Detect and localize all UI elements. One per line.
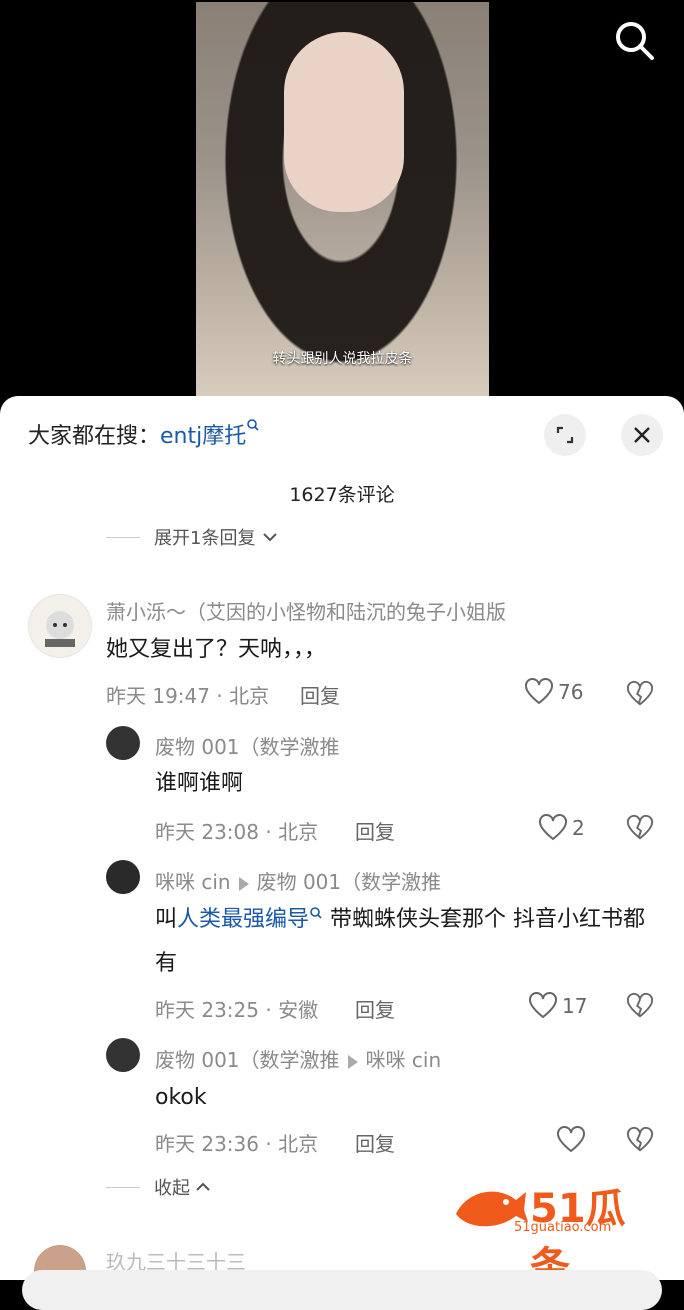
avatar-cartoon-icon (45, 611, 75, 647)
expand-button[interactable] (544, 414, 586, 456)
comments-sheet: 大家都在搜：entj摩托 1627条评论 展开1条回复 萧小泺～（艾因的小怪物和… (0, 396, 684, 1280)
expand-icon (556, 426, 574, 444)
video-frame: 转头跟别人说我拉皮条 (196, 2, 489, 396)
avatar[interactable] (106, 726, 140, 760)
comment-count: 1627条评论 (289, 484, 395, 506)
reply-to-arrow-icon (347, 1054, 358, 1069)
expand-replies-link[interactable]: 展开1条回复 (106, 524, 279, 550)
reply-button[interactable]: 回复 (355, 994, 395, 1023)
comment-username[interactable]: 萧小泺～（艾因的小怪物和陆沉的兔子小姐版 (106, 596, 506, 625)
reply-username[interactable]: 废物 001（数学激推 (155, 1048, 340, 1072)
chevron-up-icon (196, 1182, 210, 1191)
reply-text: 叫人类最强编导 带蜘蛛侠头套那个 抖音小红书都有 (155, 898, 660, 986)
like-button[interactable] (556, 1126, 586, 1154)
reply-to-username[interactable]: 咪咪 cin (366, 1048, 442, 1072)
like-button[interactable]: 17 (528, 992, 587, 1020)
watermark-url: 51guatiao.com (514, 1220, 612, 1235)
reply-to-arrow-icon (238, 876, 249, 891)
close-button[interactable] (621, 414, 663, 456)
comment-input-bar[interactable] (22, 1270, 662, 1310)
avatar[interactable] (106, 860, 140, 894)
expand-replies-label: 展开1条回复 (154, 528, 256, 549)
heart-icon (525, 678, 553, 705)
reply-username[interactable]: 废物 001（数学激推 (155, 731, 340, 760)
reply-text: 谁啊谁啊 (155, 771, 244, 796)
collapse-replies-link[interactable]: 收起 (106, 1174, 212, 1200)
search-small-icon (247, 419, 259, 431)
search-icon[interactable] (612, 18, 656, 62)
search-small-icon (310, 907, 322, 919)
divider (106, 536, 140, 538)
like-count: 76 (558, 680, 584, 704)
reply-meta: 昨天 23:25 · 安徽 (155, 998, 319, 1022)
like-count: 2 (572, 816, 585, 840)
reply-username-line: 咪咪 cin 废物 001（数学激推 (155, 866, 441, 895)
dislike-icon[interactable] (626, 992, 654, 1020)
like-button[interactable]: 76 (524, 678, 583, 706)
comment-meta: 昨天 19:47 · 北京 (106, 684, 270, 708)
hot-search-prefix: 大家都在搜： (28, 424, 161, 449)
like-count: 17 (562, 994, 588, 1018)
heart-icon (557, 1126, 585, 1153)
like-button[interactable]: 2 (538, 814, 585, 842)
heart-icon (529, 992, 557, 1019)
reply-meta: 昨天 23:36 · 北京 (155, 1132, 319, 1156)
video-subtitle: 转头跟别人说我拉皮条 (272, 351, 413, 367)
reply-to-username[interactable]: 废物 001（数学激推 (257, 870, 442, 894)
comment-text: 她又复出了？天呐，，， (106, 637, 327, 662)
reply-button[interactable]: 回复 (355, 1128, 395, 1157)
reply-text-part: 叫 (155, 907, 178, 932)
reply-meta: 昨天 23:08 · 北京 (155, 820, 319, 844)
divider (106, 1186, 140, 1188)
video-subject-face (284, 32, 404, 212)
reply-text: okok (155, 1085, 207, 1110)
avatar[interactable] (106, 1038, 140, 1072)
avatar[interactable] (28, 594, 92, 658)
reply-username-line: 废物 001（数学激推 咪咪 cin (155, 1044, 441, 1073)
watermark-logo: 51瓜条 51guatiao.com (450, 1176, 664, 1290)
close-icon (634, 427, 650, 443)
collapse-label: 收起 (154, 1178, 190, 1199)
reply-button[interactable]: 回复 (355, 816, 395, 845)
hot-search-bar[interactable]: 大家都在搜：entj摩托 (28, 418, 260, 450)
reply-button[interactable]: 回复 (300, 680, 340, 709)
heart-icon (539, 814, 567, 841)
reply-keyword-link[interactable]: 人类最强编导 (177, 907, 309, 932)
dislike-icon[interactable] (626, 1126, 654, 1154)
video-player[interactable]: 转头跟别人说我拉皮条 (0, 0, 684, 400)
chevron-down-icon (263, 533, 278, 542)
reply-username[interactable]: 咪咪 cin (155, 870, 231, 894)
dislike-icon[interactable] (626, 814, 654, 842)
dislike-icon[interactable] (626, 680, 654, 708)
hot-search-keyword[interactable]: entj摩托 (160, 424, 246, 449)
